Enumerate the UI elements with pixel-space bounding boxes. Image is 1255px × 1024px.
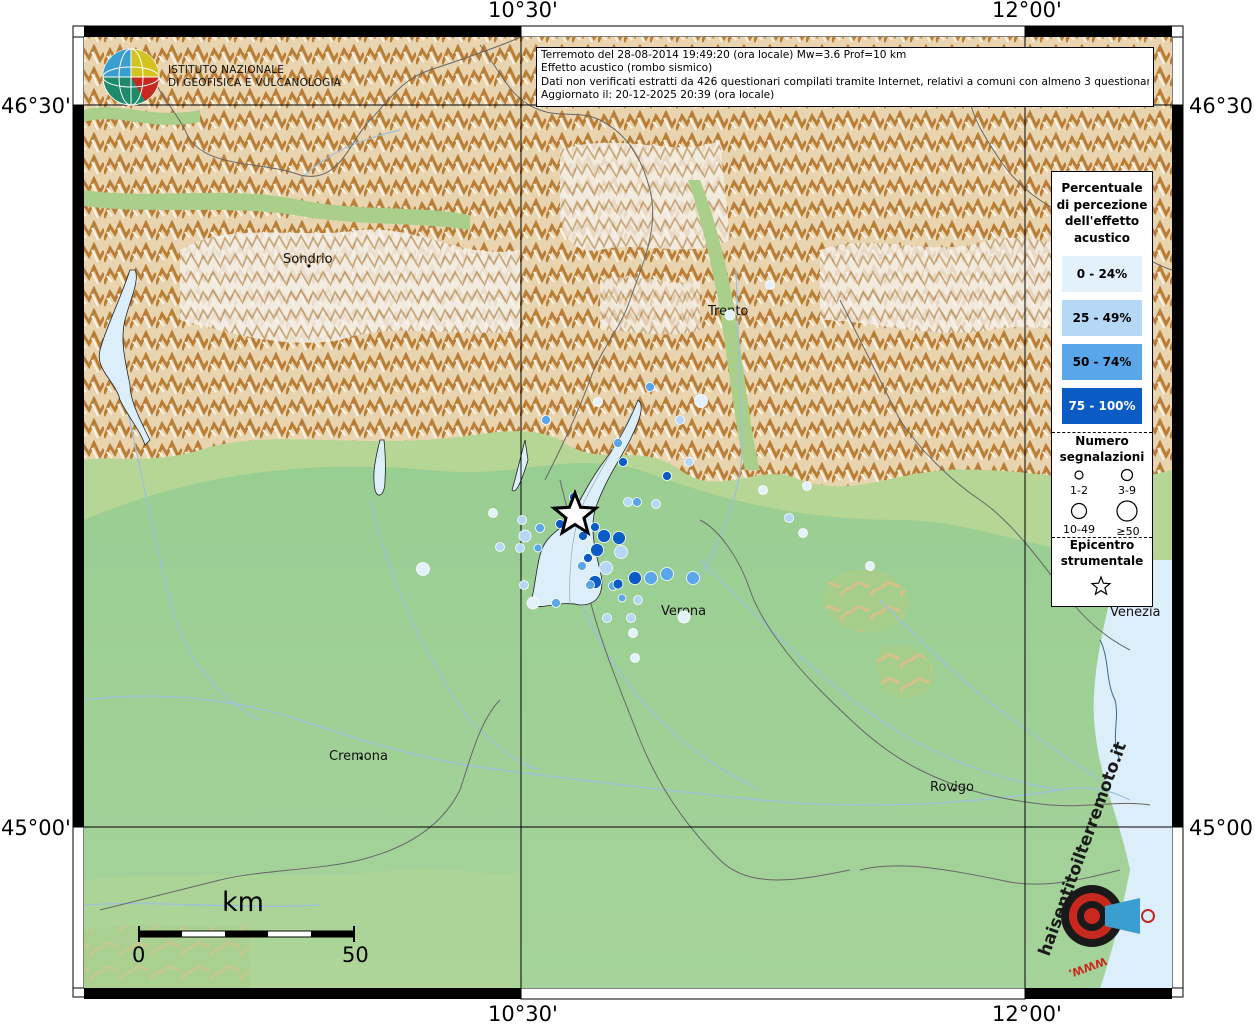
legend-class-1: 25 - 49% (1062, 300, 1142, 336)
legend-title-line-1: Percentuale (1061, 181, 1143, 195)
observation-point (551, 598, 561, 608)
observation-point (660, 567, 674, 581)
institute-line-1: ISTITUTO NAZIONALE (168, 64, 285, 76)
observation-point (626, 613, 636, 623)
legend-title-line-3: dell'effetto (1064, 214, 1140, 228)
legend-class-2: 50 - 74% (1062, 344, 1142, 380)
city-label-cremona: Cremona (329, 749, 388, 764)
lat-lower-right: 45°00' (1189, 816, 1255, 840)
observation-point (644, 571, 658, 585)
observation-point (612, 578, 624, 590)
observation-point (865, 561, 875, 571)
observation-point (583, 553, 593, 563)
legend-class-3: 75 - 100% (1062, 388, 1142, 424)
legend-title-line-4: acustico (1073, 230, 1131, 245)
observation-point (535, 523, 545, 533)
observation-point (597, 529, 611, 543)
legend-count-title-line-1: Numero (1075, 434, 1129, 448)
observation-point (628, 628, 638, 638)
legend-class-0: 0 - 24% (1062, 256, 1142, 292)
observation-point (675, 415, 685, 425)
observation-point (677, 610, 691, 624)
observation-point (585, 580, 595, 590)
legend-star-icon (1090, 575, 1112, 596)
city-label-sondrio: Sondrio (283, 252, 333, 267)
observation-point (613, 438, 623, 448)
observation-point (518, 529, 532, 543)
event-effect: Effetto acustico (rombo sismico) (541, 62, 713, 75)
event-info-box: Terremoto del 28-08-2014 19:49:20 (ora l… (536, 47, 1154, 107)
terrain (84, 37, 1172, 988)
legend: Percentuale di percezione dell'effetto a… (1051, 171, 1153, 607)
observation-point (645, 382, 655, 392)
observation-point (517, 515, 527, 525)
observation-point (623, 497, 633, 507)
observation-point (686, 571, 700, 585)
legend-epicenter-line-1: Epicentro (1069, 538, 1135, 552)
ingv-globe-icon (102, 48, 160, 106)
institute-line-2: DI GEOFISICA E VULCANOLOGIA (168, 77, 342, 89)
observation-point (599, 561, 613, 575)
city-label-venezia: Venezia (1110, 605, 1161, 620)
observation-point (593, 397, 603, 407)
legend-size-symbols: 1-2 3-9 10-49 ≥50 (1063, 468, 1140, 537)
observation-point (614, 545, 628, 559)
coord-bottom-right: 12°00' (992, 1002, 1062, 1024)
observation-point (630, 653, 640, 663)
legend-epicenter-line-2: strumentale (1060, 553, 1144, 568)
legend-count-label-3: 10-49 (1063, 523, 1095, 536)
legend-title-line-2: di percezione (1056, 197, 1148, 212)
legend-count-title: Numero segnalazioni (1052, 434, 1152, 465)
observation-point (590, 543, 604, 557)
event-updated: Aggiornato il: 20-12-2025 20:39 (ora loc… (541, 88, 775, 101)
observation-point (612, 531, 626, 545)
observation-point (765, 280, 775, 290)
institute-name: ISTITUTO NAZIONALE DI GEOFISICA E VULCAN… (168, 64, 341, 90)
event-title: Terremoto del 28-08-2014 19:49:20 (ora l… (541, 49, 907, 61)
observation-point (533, 543, 543, 553)
coord-bottom-left: 10°30' (488, 1002, 558, 1024)
observation-point (577, 561, 587, 571)
legend-divider (1052, 432, 1152, 433)
observation-point (617, 593, 627, 603)
observation-point (526, 596, 540, 610)
observation-point (662, 471, 672, 481)
coord-top-left: 10°30' (488, 0, 558, 22)
observation-point (651, 499, 661, 509)
lat-lower-left: 45°00' (1, 816, 71, 840)
legend-count-label-1: 1-2 (1070, 484, 1088, 497)
observation-point (515, 543, 525, 553)
observation-point (798, 528, 808, 538)
observation-point (758, 485, 768, 495)
observation-point (602, 613, 612, 623)
lat-upper-left: 46°30' (1, 94, 71, 118)
observation-point (541, 415, 551, 425)
observation-point (694, 394, 708, 408)
observation-point (628, 571, 642, 585)
observation-point (495, 542, 505, 552)
legend-count-label-4: ≥50 (1116, 525, 1139, 537)
observation-point (519, 580, 529, 590)
observation-point (684, 457, 694, 467)
observation-point (618, 457, 628, 467)
scale-unit: km (222, 887, 264, 918)
observation-point (802, 481, 812, 491)
legend-title: Percentuale di percezione dell'effetto a… (1052, 180, 1152, 246)
city-label-rovigo: Rovigo (930, 780, 974, 795)
observation-point (633, 595, 643, 605)
observation-point (632, 497, 642, 507)
observation-point (784, 513, 794, 523)
event-data-note: Dati non verificati estratti da 426 ques… (541, 75, 1149, 88)
lat-upper-right: 46°30' (1189, 94, 1255, 118)
legend-epicenter-title: Epicentro strumentale (1052, 538, 1152, 569)
legend-count-title-line-2: segnalazioni (1059, 449, 1145, 464)
legend-count-label-2: 3-9 (1118, 484, 1136, 497)
coord-top-right: 12°00' (992, 0, 1062, 22)
observation-point (724, 309, 736, 321)
observation-point (416, 562, 430, 576)
scale-max: 50 (342, 943, 369, 967)
scale-min: 0 (132, 943, 146, 967)
observation-point (590, 522, 600, 532)
observation-point (488, 508, 498, 518)
